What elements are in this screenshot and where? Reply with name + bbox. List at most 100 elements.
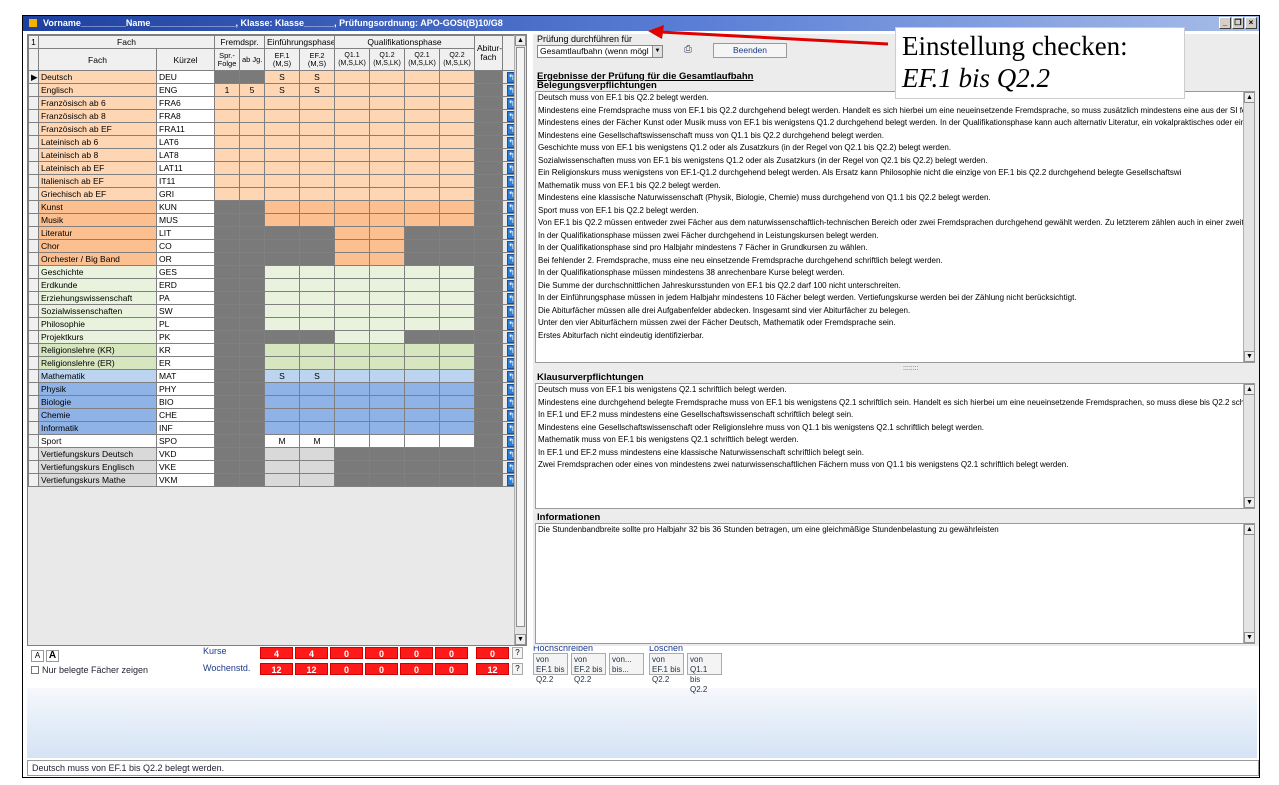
course-cell[interactable] [334, 473, 371, 487]
course-cell[interactable] [404, 460, 441, 474]
grid-scrollbar[interactable]: ▲ ▼ [514, 35, 526, 645]
row-indicator[interactable] [28, 96, 39, 110]
course-cell[interactable] [439, 239, 476, 253]
course-cell[interactable] [369, 70, 406, 84]
course-cell[interactable] [404, 447, 441, 461]
kuerzel-cell[interactable]: PHY [156, 382, 215, 396]
abiturfach-cell[interactable] [474, 421, 504, 435]
row-indicator[interactable] [28, 187, 39, 201]
table-row[interactable]: Musik MUS ↰ [28, 213, 522, 227]
course-cell[interactable] [214, 460, 240, 474]
close-button[interactable]: × [1245, 17, 1257, 29]
kuerzel-cell[interactable]: BIO [156, 395, 215, 409]
fach-cell[interactable]: Englisch [38, 83, 157, 97]
course-cell[interactable] [439, 70, 476, 84]
course-cell[interactable] [238, 356, 266, 370]
course-cell[interactable] [439, 395, 476, 409]
fach-cell[interactable]: Sozialwissenschaften [38, 304, 157, 318]
course-cell[interactable] [214, 317, 240, 331]
course-cell[interactable] [264, 343, 301, 357]
course-cell[interactable] [439, 434, 476, 448]
course-cell[interactable] [299, 356, 336, 370]
row-indicator[interactable] [28, 278, 39, 292]
course-cell[interactable] [214, 265, 240, 279]
table-row[interactable]: Vertiefungskurs Englisch VKE ↰ [28, 460, 522, 474]
course-cell[interactable] [369, 356, 406, 370]
course-cell[interactable] [299, 122, 336, 136]
course-cell[interactable] [238, 317, 266, 331]
course-cell[interactable] [238, 473, 266, 487]
klausur-item[interactable]: Deutsch muss von EF.1 bis wenigstens Q2.… [536, 384, 1254, 397]
course-cell[interactable] [299, 213, 336, 227]
hoch-ef2-q22-button[interactable]: von EF.2 bis Q2.2 [571, 653, 606, 684]
course-cell[interactable] [299, 252, 336, 266]
scroll-up-arrow-icon[interactable]: ▲ [1244, 524, 1254, 535]
row-indicator[interactable] [28, 109, 39, 123]
row-indicator[interactable] [28, 447, 39, 461]
course-cell[interactable] [334, 278, 371, 292]
row-indicator[interactable] [28, 83, 39, 97]
scroll-down-arrow-icon[interactable]: ▼ [515, 634, 526, 645]
course-cell[interactable] [299, 395, 336, 409]
course-cell[interactable] [238, 70, 266, 84]
table-row[interactable]: Lateinisch ab 6 LAT6 ↰ [28, 135, 522, 149]
abiturfach-cell[interactable] [474, 278, 504, 292]
course-cell[interactable] [404, 83, 441, 97]
course-cell[interactable] [264, 304, 301, 318]
klausur-item[interactable]: In EF.1 und EF.2 muss mindestens eine Ge… [536, 409, 1254, 422]
course-cell[interactable] [334, 109, 371, 123]
course-cell[interactable] [299, 291, 336, 305]
scroll-up-arrow-icon[interactable]: ▲ [1244, 384, 1254, 395]
course-cell[interactable] [238, 96, 266, 110]
table-row[interactable]: Projektkurs PK ↰ [28, 330, 522, 344]
course-cell[interactable]: 5 [238, 83, 266, 97]
course-cell[interactable] [439, 148, 476, 162]
fach-cell[interactable]: Vertiefungskurs Englisch [38, 460, 157, 474]
minimize-button[interactable]: _ [1219, 17, 1231, 29]
course-cell[interactable] [334, 226, 371, 240]
course-cell[interactable] [439, 109, 476, 123]
course-cell[interactable] [238, 395, 266, 409]
course-cell[interactable] [334, 330, 371, 344]
fach-cell[interactable]: Lateinisch ab 8 [38, 148, 157, 162]
course-cell[interactable] [369, 83, 406, 97]
course-cell[interactable] [439, 317, 476, 331]
abiturfach-cell[interactable] [474, 200, 504, 214]
fach-cell[interactable]: Informatik [38, 421, 157, 435]
scroll-up-arrow-icon[interactable]: ▲ [515, 35, 526, 46]
table-row[interactable]: Vertiefungskurs Deutsch VKD ↰ [28, 447, 522, 461]
table-row[interactable]: Sport SPO M M ↰ [28, 434, 522, 448]
abiturfach-cell[interactable] [474, 473, 504, 487]
course-cell[interactable] [299, 239, 336, 253]
course-cell[interactable] [299, 109, 336, 123]
course-cell[interactable] [214, 291, 240, 305]
abiturfach-cell[interactable] [474, 369, 504, 383]
course-cell[interactable] [334, 395, 371, 409]
course-cell[interactable] [238, 239, 266, 253]
course-cell[interactable] [264, 161, 301, 175]
kuerzel-cell[interactable]: PK [156, 330, 215, 344]
course-cell[interactable] [214, 343, 240, 357]
belegte-faecher-toggle[interactable]: Nur belegte Fächer zeigen [31, 665, 148, 675]
course-cell[interactable] [439, 460, 476, 474]
course-cell[interactable] [404, 356, 441, 370]
course-cell[interactable] [299, 460, 336, 474]
course-cell[interactable] [238, 148, 266, 162]
row-indicator[interactable] [28, 239, 39, 253]
course-cell[interactable] [439, 382, 476, 396]
belegung-item[interactable]: In der Qualifikationsphase sind pro Halb… [536, 242, 1254, 255]
course-cell[interactable] [404, 343, 441, 357]
table-row[interactable]: Sozialwissenschaften SW ↰ [28, 304, 522, 318]
course-cell[interactable] [334, 239, 371, 253]
table-row[interactable]: Informatik INF ↰ [28, 421, 522, 435]
course-cell[interactable] [214, 148, 240, 162]
belegung-item[interactable]: Mathematik muss von EF.1 bis Q2.2 belegt… [536, 180, 1254, 193]
course-cell[interactable] [299, 265, 336, 279]
table-row[interactable]: Erdkunde ERD ↰ [28, 278, 522, 292]
kuerzel-cell[interactable]: ENG [156, 83, 215, 97]
course-cell[interactable] [214, 434, 240, 448]
course-cell[interactable] [264, 421, 301, 435]
course-cell[interactable] [264, 356, 301, 370]
hoch-custom-button[interactable]: von... bis... [609, 653, 644, 675]
course-cell[interactable] [334, 434, 371, 448]
